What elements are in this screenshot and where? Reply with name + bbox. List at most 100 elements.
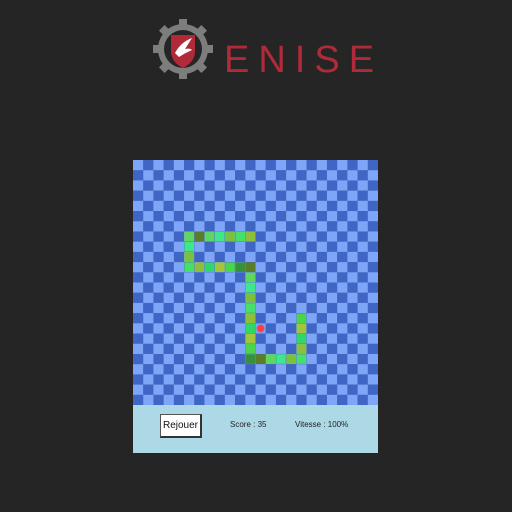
board-cell: [214, 170, 226, 181]
board-cell: [275, 313, 287, 324]
board-cell: [347, 221, 358, 232]
board-cell: [306, 353, 317, 365]
control-panel: Rejouer Score : 35 Vitesse : 100%: [133, 405, 378, 453]
board-cell: [326, 302, 338, 314]
board-cell: [316, 292, 328, 304]
board-cell: [286, 170, 297, 181]
board-cell: [326, 353, 338, 365]
board-cell: [184, 170, 195, 181]
board-cell: [306, 364, 317, 375]
board-cell: [275, 374, 287, 385]
board-cell: [296, 374, 307, 385]
board-cell: [224, 384, 236, 395]
board-cell: [163, 190, 175, 202]
board-cell: [347, 323, 358, 334]
board-cell: [306, 313, 317, 324]
board-cell: [143, 364, 154, 375]
board-cell: [224, 323, 236, 334]
board-cell: [265, 231, 277, 242]
board-cell: [184, 292, 195, 304]
board-cell: [224, 211, 236, 222]
board-cell: [367, 160, 378, 171]
food-item: [256, 324, 265, 333]
board-cell: [316, 282, 328, 293]
game-board[interactable]: [133, 160, 378, 405]
board-cell: [347, 272, 358, 283]
board-cell: [265, 190, 277, 202]
board-cell: [173, 313, 185, 324]
board-cell: [326, 251, 338, 263]
board-cell: [163, 251, 175, 263]
board-cell: [316, 353, 328, 365]
board-cell: [306, 282, 317, 293]
board-cell: [265, 313, 277, 324]
board-cell: [286, 313, 297, 324]
board-cell: [347, 200, 358, 212]
board-cell: [316, 302, 328, 314]
board-cell: [133, 364, 144, 375]
board-cell: [265, 282, 277, 293]
board-cell: [133, 160, 144, 171]
board-cell: [224, 292, 236, 304]
board-cell: [286, 343, 297, 355]
board-cell: [133, 292, 144, 304]
snake-segment: [296, 313, 307, 324]
snake-segment: [184, 241, 194, 252]
board-cell: [204, 292, 215, 304]
board-cell: [337, 262, 348, 273]
board-cell: [163, 343, 175, 355]
board-cell: [275, 211, 287, 222]
board-cell: [265, 241, 277, 253]
board-cell: [367, 292, 378, 304]
board-cell: [133, 323, 144, 334]
board-cell: [306, 211, 317, 222]
snake-segment: [245, 303, 256, 313]
board-cell: [255, 292, 266, 304]
board-cell: [275, 262, 287, 273]
board-cell: [337, 221, 348, 232]
board-cell: [235, 241, 246, 253]
board-cell: [326, 374, 338, 385]
board-cell: [224, 302, 236, 314]
board-cell: [194, 251, 205, 263]
board-cell: [337, 211, 348, 222]
board-cell: [245, 374, 256, 385]
board-cell: [163, 292, 175, 304]
board-cell: [143, 353, 154, 365]
board-cell: [214, 251, 226, 263]
board-cell: [214, 364, 226, 375]
board-cell: [173, 374, 185, 385]
board-cell: [143, 241, 154, 253]
board-cell: [184, 190, 195, 202]
board-cell: [245, 221, 256, 232]
board-cell: [265, 251, 277, 263]
board-cell: [224, 221, 236, 232]
board-cell: [275, 282, 287, 293]
board-cell: [184, 282, 195, 293]
board-cell: [143, 384, 154, 395]
board-cell: [316, 343, 328, 355]
snake-segment: [184, 231, 194, 242]
board-cell: [337, 302, 348, 314]
board-cell: [367, 262, 378, 273]
gear-shield-icon: [153, 19, 213, 79]
board-cell: [357, 251, 368, 263]
board-cell: [357, 353, 368, 365]
replay-button[interactable]: Rejouer: [160, 414, 202, 438]
board-cell: [275, 221, 287, 232]
board-cell: [163, 323, 175, 334]
board-cell: [357, 180, 368, 191]
board-cell: [235, 364, 246, 375]
board-cell: [357, 231, 368, 242]
snake-segment: [225, 231, 235, 242]
board-cell: [275, 231, 287, 242]
board-cell: [306, 160, 317, 171]
board-cell: [204, 384, 215, 395]
board-cell: [347, 190, 358, 202]
board-cell: [347, 333, 358, 344]
board-cell: [326, 333, 338, 344]
board-cell: [224, 272, 236, 283]
board-cell: [316, 384, 328, 395]
board-cell: [184, 343, 195, 355]
snake-segment: [245, 272, 256, 283]
